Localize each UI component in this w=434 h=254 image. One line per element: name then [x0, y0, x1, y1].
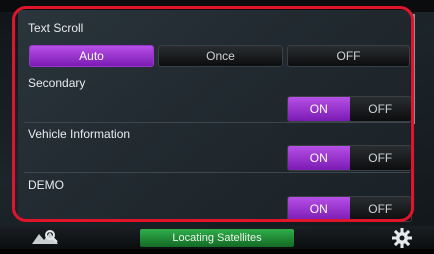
highlight-frame [12, 6, 414, 222]
map-search-icon[interactable] [30, 228, 60, 248]
gear-icon[interactable] [391, 227, 413, 249]
gps-status-text: Locating Satellites [172, 232, 262, 244]
gps-status-badge: Locating Satellites [140, 229, 294, 247]
